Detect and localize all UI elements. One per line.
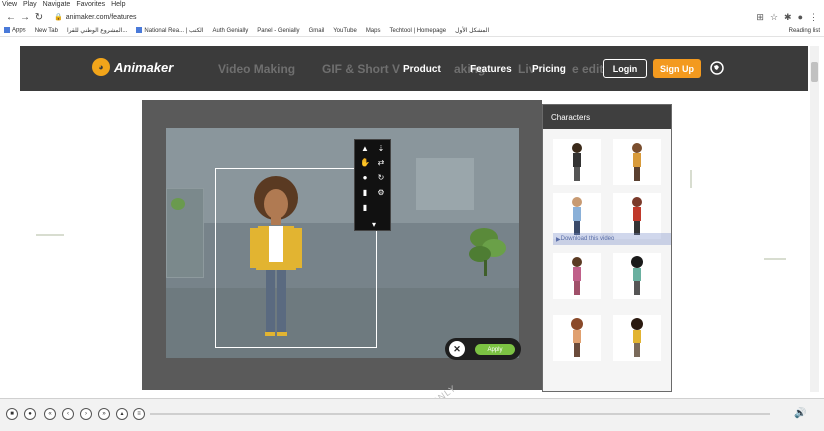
extension-icon[interactable]: ✱ xyxy=(784,12,792,23)
character-toolbox: ▲ ⇣ ✋ ⇄ ● ↻ ▮ ⚙ ▮ ▾ xyxy=(354,139,391,231)
media-player-bar: ■ ● « ‹ › » ▴ ≡ 🔊 xyxy=(0,398,824,431)
bookmark-national-read[interactable]: National Rea... | الكتب xyxy=(136,27,204,34)
menu-play[interactable]: Play xyxy=(23,0,37,10)
delete-icon[interactable]: ▮ xyxy=(360,203,370,213)
characters-panel: Characters xyxy=(542,104,672,392)
globe-icon[interactable] xyxy=(710,61,724,75)
pointer-icon[interactable]: ▲ xyxy=(360,144,370,154)
signup-button[interactable]: Sign Up xyxy=(653,59,701,78)
bookmark-maps[interactable]: Maps xyxy=(366,28,381,34)
star-icon[interactable]: ☆ xyxy=(770,12,778,23)
bookmark-auth-genially[interactable]: Auth Genially xyxy=(213,28,249,34)
bookmark-icon xyxy=(136,27,143,34)
character-thumb[interactable] xyxy=(553,139,601,185)
player-menu-bar: View Play Navigate Favorites Help xyxy=(0,0,824,10)
hand-icon[interactable]: ✋ xyxy=(360,158,370,168)
site-header: ◕ Animaker Video Making GIF & Short V Pr… xyxy=(20,46,808,91)
bookmark-gmail[interactable]: Gmail xyxy=(309,28,325,34)
settings-icon[interactable]: ⚙ xyxy=(376,188,386,198)
scroll-thumb[interactable] xyxy=(811,62,818,82)
close-icon[interactable]: ✕ xyxy=(449,341,465,357)
eject-icon[interactable]: ▴ xyxy=(116,408,128,420)
nav-pricing[interactable]: Pricing xyxy=(532,64,566,75)
rewind-icon[interactable]: « xyxy=(44,408,56,420)
bookmark-apps[interactable]: Apps xyxy=(4,27,26,34)
reading-list[interactable]: Reading list xyxy=(789,28,824,34)
volume-icon[interactable]: 🔊 xyxy=(794,408,806,419)
menu-view[interactable]: View xyxy=(2,0,17,10)
side-decoration xyxy=(690,170,692,188)
side-decoration xyxy=(36,234,64,236)
record-icon[interactable]: ● xyxy=(24,408,36,420)
layers-icon[interactable]: ▮ xyxy=(360,188,370,198)
bookmark-panel-genially[interactable]: Panel - Genially xyxy=(257,28,299,34)
character-selection-box[interactable] xyxy=(215,168,377,348)
resize-icon[interactable]: ⇄ xyxy=(376,158,386,168)
scene-canvas[interactable] xyxy=(166,128,519,358)
back-icon[interactable]: ← xyxy=(4,12,18,23)
apply-button[interactable]: Apply xyxy=(475,344,515,355)
animaker-logo[interactable]: ◕ Animaker xyxy=(92,58,173,76)
scene-window xyxy=(416,158,474,210)
character-thumb[interactable] xyxy=(613,253,661,299)
address-bar[interactable]: 🔒 animaker.com/features xyxy=(54,11,714,23)
bookmark-youtube[interactable]: YouTube xyxy=(333,28,357,34)
url-text: animaker.com/features xyxy=(65,13,137,21)
scene-plant xyxy=(469,228,506,276)
logo-badge-icon: ◕ xyxy=(92,58,110,76)
character-thumb[interactable] xyxy=(613,139,661,185)
character-thumb[interactable] xyxy=(613,315,661,361)
reload-icon[interactable]: ↻ xyxy=(32,12,46,23)
browser-toolbar: ← → ↻ 🔒 animaker.com/features ⊞ ☆ ✱ ● ⋮ xyxy=(0,10,824,24)
menu-help[interactable]: Help xyxy=(111,0,125,10)
bookmark-techtool[interactable]: Techtool | Homepage xyxy=(389,28,446,34)
ghost-nav-video-making: Video Making xyxy=(218,62,296,76)
move-icon[interactable]: ⇣ xyxy=(376,144,386,154)
characters-panel-title: Characters xyxy=(543,105,671,129)
seek-bar[interactable] xyxy=(150,413,770,415)
bookmark-newtab[interactable]: New Tab xyxy=(35,28,58,34)
forward-icon[interactable]: → xyxy=(18,12,32,23)
character-thumb[interactable] xyxy=(553,253,601,299)
menu-navigate[interactable]: Navigate xyxy=(43,0,71,10)
install-icon[interactable]: ⊞ xyxy=(756,12,764,23)
profile-icon[interactable]: ● xyxy=(798,12,803,23)
playlist-icon[interactable]: ≡ xyxy=(133,408,145,420)
download-video-banner[interactable]: ▶ Download this video xyxy=(553,233,671,245)
side-decoration xyxy=(764,258,786,260)
ghost-nav-edit: e edit xyxy=(572,62,604,76)
menu-favorites[interactable]: Favorites xyxy=(76,0,105,10)
ghost-nav-gif: GIF & Short V xyxy=(322,62,400,76)
more-icon[interactable]: ⋮ xyxy=(809,12,818,23)
expression-icon[interactable]: ↻ xyxy=(376,173,386,183)
previous-icon[interactable]: ‹ xyxy=(62,408,74,420)
page-scrollbar[interactable] xyxy=(810,46,819,392)
nav-product[interactable]: Product xyxy=(403,64,441,75)
toolbox-collapse-icon[interactable]: ▾ xyxy=(369,220,379,230)
lock-icon: 🔒 xyxy=(54,14,63,21)
bookmark-arabic[interactable]: المشكل الأول xyxy=(455,27,489,34)
apps-icon xyxy=(4,27,10,34)
next-icon[interactable]: › xyxy=(80,408,92,420)
bookmarks-bar: Apps New Tab المشروع الوطني للقرا... Nat… xyxy=(0,25,824,37)
login-button[interactable]: Login xyxy=(603,59,647,78)
stop-icon[interactable]: ■ xyxy=(6,408,18,420)
browser-actions: ⊞ ☆ ✱ ● ⋮ xyxy=(756,12,824,23)
shelf-plant xyxy=(171,198,185,210)
fast-forward-icon[interactable]: » xyxy=(98,408,110,420)
face-icon[interactable]: ● xyxy=(360,173,370,183)
bookmark-national-project[interactable]: المشروع الوطني للقرا... xyxy=(67,27,127,34)
character-thumb[interactable] xyxy=(553,315,601,361)
nav-features[interactable]: Features xyxy=(470,64,512,75)
